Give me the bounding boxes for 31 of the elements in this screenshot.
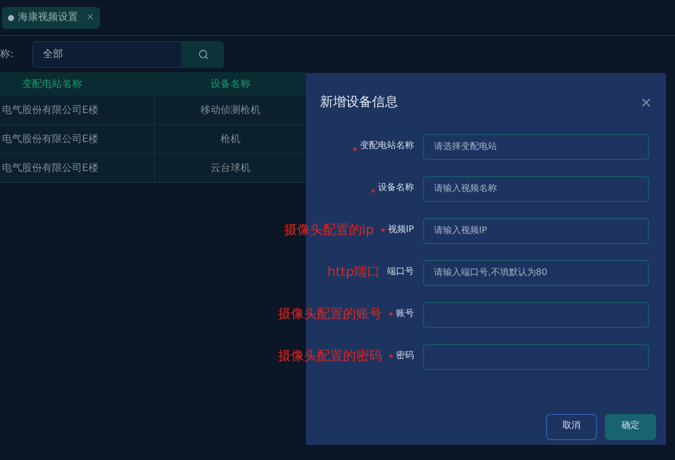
confirm-button[interactable]: 确定 (605, 414, 656, 440)
field-label: 视频IP (388, 224, 414, 238)
column-header: 设备名称 (210, 78, 252, 92)
search-field[interactable]: 全部 (32, 40, 182, 68)
dialog-title: 新增设备信息 (320, 94, 398, 112)
annotation-text: 摄像头配置的账号 (278, 306, 382, 324)
close-icon[interactable]: × (86, 10, 94, 25)
tab-label: 海康视频设置 (18, 10, 78, 25)
input-field[interactable]: 请选择变配电站 (423, 134, 649, 160)
annotation-text: http端口 (327, 264, 380, 282)
field-label: 变配电站名称 (360, 140, 414, 154)
column-header: 变配电站名称 (21, 78, 83, 92)
table-cell: 电气股份有限公司E楼 (0, 125, 155, 153)
table-cell: 电气股份有限公司E楼 (0, 96, 155, 124)
annotation-text: 摄像头配置的密码 (278, 348, 382, 366)
input-field[interactable]: 请输入视频IP (423, 218, 649, 244)
field-label: 设备名称 (378, 182, 414, 196)
table-cell-text: 枪机 (220, 132, 242, 146)
input-field[interactable]: 请输入端口号,不填默认为80 (423, 260, 649, 286)
field-label: 密码 (396, 350, 414, 364)
table-cell-text: 移动侦测枪机 (200, 104, 262, 118)
table-cell: 电气股份有限公司E楼 (0, 154, 155, 182)
field-label: 账号 (396, 308, 414, 322)
page-tab[interactable]: 海康视频设置 × (2, 6, 100, 28)
field-label: 端口号 (387, 266, 414, 280)
table-cell-text: 云台球机 (210, 162, 252, 176)
input-field[interactable]: 请输入视频名称 (423, 176, 649, 202)
close-icon[interactable]: × (640, 92, 652, 114)
search-label: 称: (0, 48, 14, 62)
cancel-button[interactable]: 取消 (546, 414, 597, 440)
annotation-text: 摄像头配置的ip (284, 222, 374, 240)
